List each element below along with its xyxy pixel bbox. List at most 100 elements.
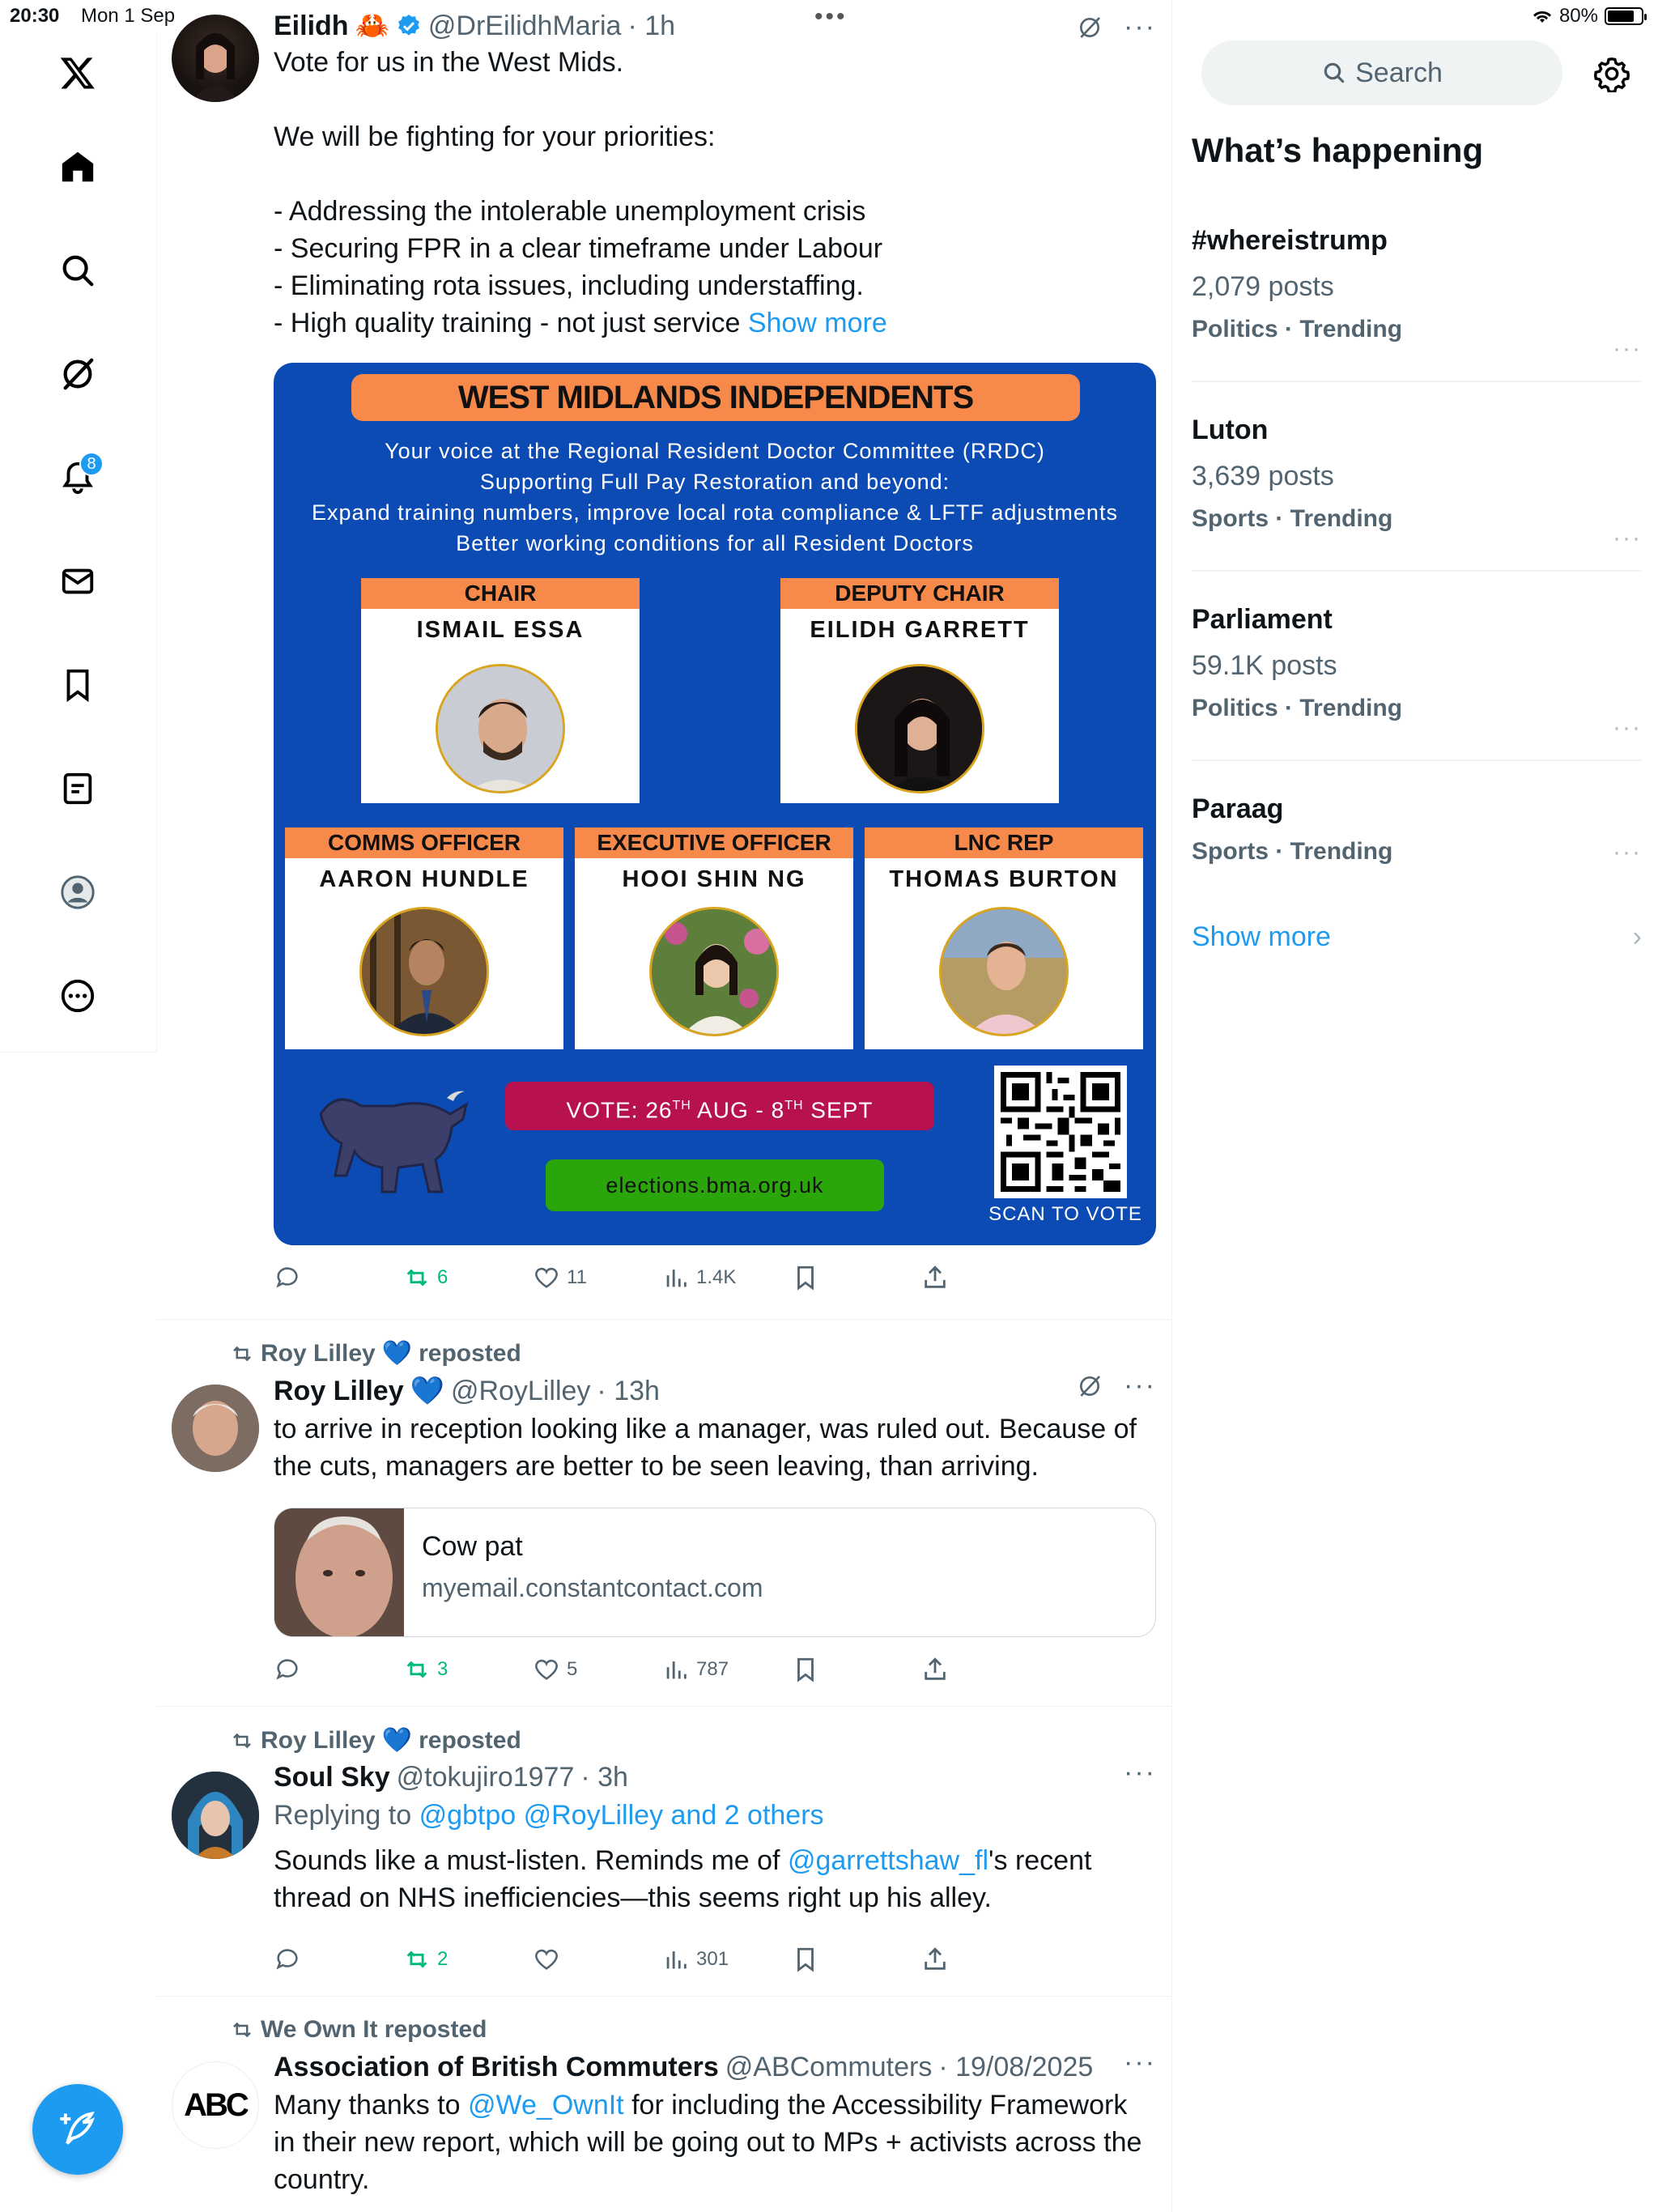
mention-link[interactable]: @We_OwnIt — [468, 2090, 624, 2121]
trend-category: Politics · Trending — [1192, 695, 1403, 721]
trend-name: #whereistrump — [1192, 225, 1388, 256]
replying-to-handles[interactable]: @gbtpo @RoyLilley and 2 others — [419, 1800, 824, 1831]
bookmarks-icon[interactable] — [49, 656, 107, 714]
share-button[interactable] — [921, 1260, 1051, 1295]
repost-button[interactable]: 3 — [403, 1652, 533, 1687]
poster-line: Your voice at the Regional Resident Doct… — [385, 439, 1045, 463]
tweet[interactable]: We Own It reposted ABC ··· Association o… — [157, 1997, 1172, 2212]
like-button[interactable]: 11 — [533, 1260, 662, 1295]
views-chart-icon — [666, 1661, 687, 1679]
link-preview-card[interactable]: Cow pat myemail.constantcontact.com — [274, 1508, 1156, 1637]
role-title: LNC REP — [865, 827, 1143, 858]
author-handle[interactable]: @RoyLilley — [451, 1376, 590, 1407]
settings-gear-icon[interactable] — [1593, 55, 1630, 92]
repost-button[interactable]: 6 — [403, 1260, 533, 1295]
reply-button[interactable] — [274, 1942, 403, 1977]
trend-item[interactable]: Luton 3,639 posts Sports · Trending ··· — [1192, 415, 1642, 560]
home-icon[interactable] — [49, 138, 107, 196]
avatar[interactable] — [172, 1772, 259, 1859]
vote-dates-banner: VOTE: 26TH AUG - 8TH SEPT — [505, 1082, 934, 1130]
heart-icon — [535, 1267, 558, 1288]
search-icon — [1324, 62, 1345, 83]
author-handle[interactable]: @tokujiro1977 — [397, 1762, 575, 1793]
tweet-time[interactable]: · 13h — [597, 1376, 660, 1407]
blue-heart-emoji: 💙 — [381, 1340, 413, 1367]
trend-more-icon[interactable]: ··· — [1613, 714, 1642, 742]
repost-context: Roy Lilley 💙 reposted — [230, 1339, 521, 1368]
bookmark-button[interactable] — [792, 1942, 921, 1977]
role-name: AARON HUNDLE — [319, 866, 529, 892]
trend-more-icon[interactable]: ··· — [1613, 839, 1642, 866]
share-button[interactable] — [921, 1942, 1051, 1977]
tweet-time[interactable]: · 3h — [580, 1762, 628, 1793]
blue-heart-emoji: 💙 — [410, 1376, 444, 1406]
avatar-portrait — [172, 1772, 259, 1859]
reply-icon — [276, 1949, 298, 1970]
like-button[interactable]: 5 — [533, 1652, 662, 1687]
views-button[interactable]: 787 — [662, 1652, 792, 1687]
trend-item[interactable]: Parliament 59.1K posts Politics · Trendi… — [1192, 604, 1642, 750]
lists-icon[interactable] — [49, 759, 107, 818]
messages-envelope-icon[interactable] — [49, 552, 107, 610]
tweet-text: Sounds like a must-listen. Reminds me of… — [274, 1842, 1156, 1916]
tweet-time[interactable]: · 1h — [627, 11, 675, 42]
reposted-by[interactable]: Roy Lilley — [261, 1727, 376, 1755]
author-handle[interactable]: @DrEilidhMaria — [428, 11, 622, 42]
share-icon — [925, 1657, 946, 1680]
tweet[interactable]: ··· Eilidh 🦀 @DrEilidhMaria · 1h Vote fo… — [157, 0, 1172, 1320]
compose-post-button[interactable] — [32, 2084, 123, 2175]
tweet[interactable]: Roy Lilley 💙 reposted ··· Soul Sky @toku… — [157, 1707, 1172, 1997]
reposted-by[interactable]: We Own It reposted — [261, 2016, 487, 2044]
show-more-trends-link[interactable]: Show more › — [1192, 921, 1642, 953]
bookmark-button[interactable] — [792, 1260, 921, 1295]
role-name: THOMAS BURTON — [889, 866, 1119, 892]
reposted-by[interactable]: Roy Lilley — [261, 1340, 376, 1368]
tweet-time[interactable]: · 19/08/2025 — [938, 2052, 1093, 2083]
avatar[interactable] — [172, 1385, 259, 1472]
mention-link[interactable]: @garrettshaw_fl — [788, 1845, 988, 1876]
avatar[interactable] — [172, 15, 259, 102]
trend-more-icon[interactable]: ··· — [1613, 525, 1642, 552]
trend-name: Paraag — [1192, 793, 1284, 824]
bookmark-icon — [797, 1657, 814, 1682]
views-count: 301 — [696, 1948, 729, 1970]
notifications-bell-icon[interactable]: 8 — [49, 449, 107, 507]
tweet-header: Roy Lilley 💙 @RoyLilley · 13h — [274, 1375, 1156, 1407]
trend-item[interactable]: #whereistrump 2,079 posts Politics · Tre… — [1192, 225, 1642, 371]
repost-button[interactable]: 2 — [403, 1942, 533, 1977]
author-name[interactable]: Soul Sky — [274, 1762, 390, 1793]
role-name: EILIDH GARRETT — [810, 617, 1030, 643]
reply-button[interactable] — [274, 1260, 403, 1295]
x-logo-icon[interactable] — [49, 44, 107, 102]
status-time: 20:30 — [10, 5, 60, 27]
repost-context: Roy Lilley 💙 reposted — [230, 1726, 521, 1755]
grok-icon[interactable] — [49, 345, 107, 403]
author-handle[interactable]: @ABCommuters — [725, 2052, 933, 2083]
show-more-link[interactable]: Show more — [748, 308, 887, 338]
like-count: 5 — [567, 1658, 578, 1680]
avatar[interactable]: ABC — [172, 2061, 259, 2149]
author-name[interactable]: Association of British Commuters — [274, 2052, 719, 2083]
author-name[interactable]: Eilidh — [274, 11, 349, 42]
tweet-text-part: Sounds like a must-listen. Reminds me of — [274, 1845, 788, 1876]
crab-emoji: 🦀 — [355, 11, 389, 41]
like-button[interactable] — [533, 1942, 662, 1977]
divider — [1192, 759, 1642, 761]
author-name[interactable]: Roy Lilley — [274, 1376, 404, 1407]
search-icon[interactable] — [49, 241, 107, 300]
more-options-icon[interactable] — [49, 967, 107, 1025]
trend-item[interactable]: Paraag Sports · Trending ··· — [1192, 793, 1642, 874]
share-button[interactable] — [921, 1652, 1051, 1687]
vote-sup: TH — [784, 1099, 804, 1112]
tweet[interactable]: Roy Lilley 💙 reposted ··· Roy Lilley 💙 @… — [157, 1320, 1172, 1707]
bookmark-button[interactable] — [792, 1652, 921, 1687]
search-input[interactable]: Search — [1201, 40, 1562, 105]
repost-small-icon — [233, 1733, 251, 1748]
profile-avatar-icon[interactable] — [49, 863, 107, 921]
trend-posts: 59.1K posts — [1192, 650, 1337, 681]
trend-more-icon[interactable]: ··· — [1613, 335, 1642, 363]
views-button[interactable]: 301 — [662, 1942, 792, 1977]
campaign-poster-image[interactable]: WEST MIDLANDS INDEPENDENTS Your voice at… — [274, 363, 1156, 1245]
views-button[interactable]: 1.4K — [662, 1260, 792, 1295]
reply-button[interactable] — [274, 1652, 403, 1687]
